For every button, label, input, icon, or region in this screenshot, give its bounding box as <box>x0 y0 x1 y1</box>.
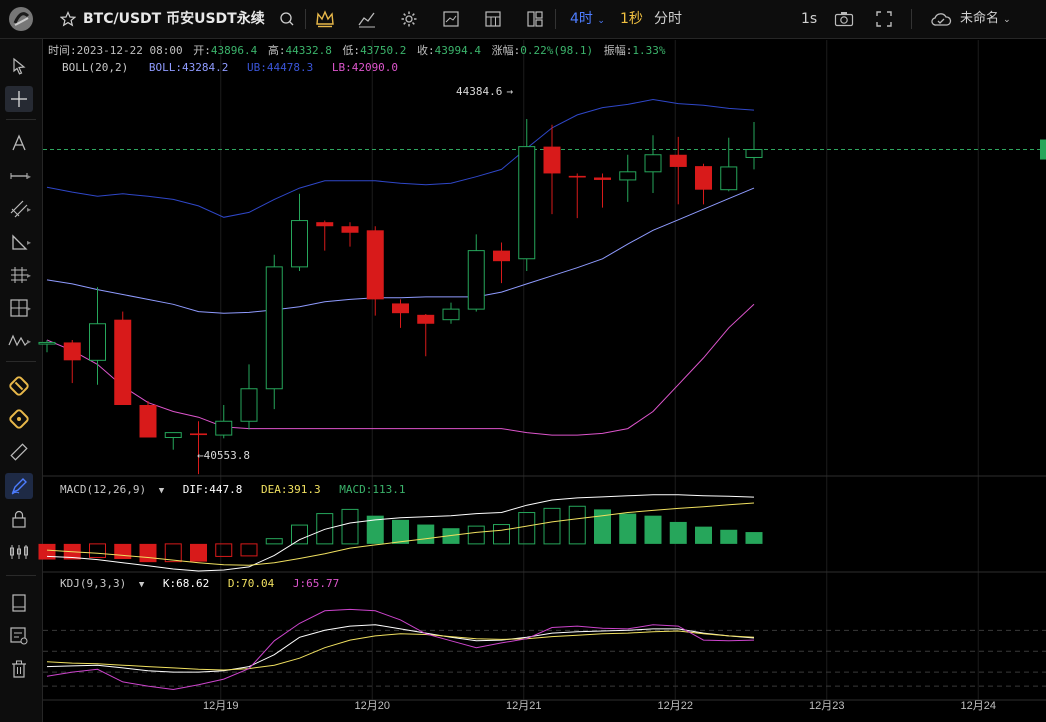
macd-bar <box>619 513 637 544</box>
candle-body <box>417 314 435 324</box>
candle-body <box>114 319 132 405</box>
candle-body <box>89 323 106 361</box>
kdj-d-value: D:70.04 <box>227 577 275 590</box>
macd-bar <box>493 524 510 545</box>
macd-bar <box>240 543 258 557</box>
ohlc-info-bar: 时间:2023-12-22 08:00 开:43896.4 高:44332.8 … <box>48 44 666 57</box>
candle-body <box>265 266 283 390</box>
macd-bar <box>644 515 662 544</box>
candle-body <box>215 420 233 436</box>
macd-bar <box>543 507 561 545</box>
ohlc-high: 44332.8 <box>285 44 332 57</box>
candle-body <box>139 405 157 438</box>
macd-bar <box>215 543 233 557</box>
kdj-dropdown-icon: ▼ <box>138 580 145 590</box>
current-price-tag <box>1040 139 1046 160</box>
boll-mid-line <box>46 187 755 314</box>
candle-body <box>568 175 586 178</box>
ohlc-amplitude: 1.33% <box>632 44 666 57</box>
candle-body <box>442 308 460 321</box>
candle-body <box>493 250 510 262</box>
macd-dif-value: DIF:447.8 <box>182 483 243 496</box>
macd-bar <box>745 532 763 544</box>
ohlc-low: 43750.2 <box>360 44 407 57</box>
boll-legend[interactable]: BOLL(20,2) BOLL:43284.2 UB:44478.3 LB:42… <box>62 61 402 74</box>
candle-body <box>291 220 308 268</box>
x-tick-label: 12月23 <box>809 700 844 712</box>
boll-name: BOLL(20,2) <box>62 61 129 74</box>
macd-bar <box>695 526 712 544</box>
kdj-k-value: K:68.62 <box>162 577 210 590</box>
macd-bar <box>164 543 182 563</box>
candle-body <box>366 230 384 300</box>
macd-bar <box>316 513 334 545</box>
candle-body <box>392 303 409 314</box>
candle-body <box>644 154 662 173</box>
macd-bar <box>89 543 106 558</box>
kdj-name: KDJ(9,3,3) <box>60 577 127 590</box>
candle-body <box>38 341 56 345</box>
x-tick-label: 12月19 <box>203 700 238 712</box>
x-tick-label: 12月24 <box>961 700 996 712</box>
candle-body <box>190 433 207 436</box>
candle-body <box>543 146 561 174</box>
macd-bar <box>417 524 435 544</box>
kdj-j-line <box>46 608 755 691</box>
candle-body <box>518 146 536 260</box>
macd-name: MACD(12,26,9) <box>60 483 147 496</box>
candle-body <box>745 149 763 158</box>
kdj-legend[interactable]: KDJ(9,3,3) ▼ K:68.62 D:70.04 J:65.77 <box>60 577 343 590</box>
macd-bar <box>720 529 738 544</box>
candle-body <box>669 154 687 167</box>
macd-bar <box>291 524 308 545</box>
macd-dropdown-icon: ▼ <box>158 486 165 496</box>
price-chart[interactable]: 12月19 12月20 12月21 12月22 12月23 12月24 <box>0 0 1046 722</box>
macd-bar <box>190 543 207 562</box>
macd-bar <box>38 543 56 560</box>
candle-body <box>594 177 611 180</box>
candle-body <box>316 222 334 227</box>
kdj-j-value: J:65.77 <box>292 577 340 590</box>
candle-body <box>619 171 637 181</box>
x-tick-label: 12月21 <box>506 700 541 712</box>
boll-mid-value: BOLL:43284.2 <box>148 61 229 74</box>
candle-body <box>720 166 738 191</box>
candle-body <box>467 250 485 310</box>
candle-body <box>63 342 81 361</box>
macd-bar <box>467 525 485 545</box>
ohlc-close: 43994.4 <box>434 44 482 57</box>
x-tick-label: 12月22 <box>658 700 693 712</box>
macd-bar <box>139 543 157 563</box>
macd-legend[interactable]: MACD(12,26,9) ▼ DIF:447.8 DEA:391.3 MACD… <box>60 483 409 496</box>
macd-hist-value: MACD:113.1 <box>339 483 406 496</box>
candle-body <box>240 388 258 422</box>
ohlc-change: 0.22%(98.1) <box>520 44 594 57</box>
ohlc-open: 43896.4 <box>210 44 258 57</box>
boll-lb-value: LB:42090.0 <box>331 61 399 74</box>
kdj-d-line <box>46 630 755 671</box>
candle-body <box>164 432 182 438</box>
macd-bar <box>392 519 409 544</box>
high-price-marker: 44384.6 → <box>456 85 513 98</box>
macd-dea-value: DEA:391.3 <box>261 483 321 496</box>
low-price-marker: ←40553.8 <box>197 449 250 462</box>
macd-bar <box>669 521 687 544</box>
boll-ub-value: UB:44478.3 <box>246 61 314 74</box>
macd-bar <box>114 543 132 560</box>
macd-bar <box>265 538 283 545</box>
macd-bar <box>568 505 586 545</box>
candle-body <box>341 226 359 233</box>
ohlc-time: 2023-12-22 08:00 <box>76 44 183 57</box>
macd-bar <box>518 512 536 545</box>
x-tick-label: 12月20 <box>355 700 390 712</box>
candle-body <box>695 166 712 190</box>
macd-bar <box>341 508 359 545</box>
